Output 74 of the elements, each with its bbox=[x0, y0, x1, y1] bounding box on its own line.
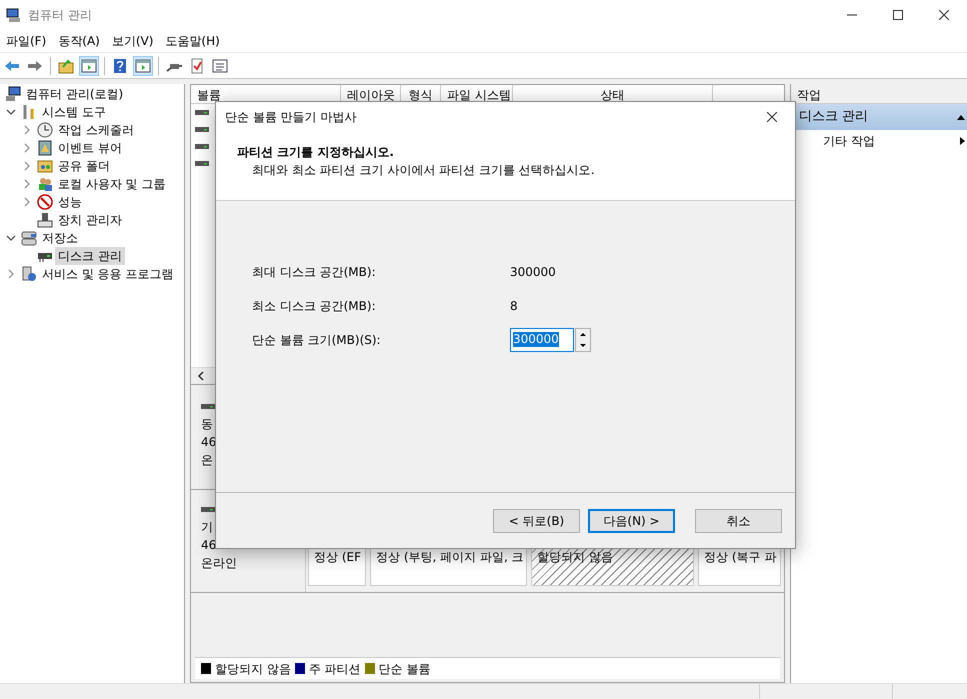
field-label: 최대 디스크 공간(MB): bbox=[252, 264, 377, 280]
expanded-chevron-icon[interactable] bbox=[6, 107, 16, 117]
legend-label: 단순 볼륨 bbox=[378, 660, 430, 678]
action-item[interactable]: 기타 작업 bbox=[823, 132, 875, 150]
drive-icon bbox=[195, 142, 209, 151]
tree-item[interactable]: 시스템 도구 bbox=[39, 103, 109, 121]
disk-info: 기 bbox=[201, 519, 214, 536]
wizard-button[interactable]: 다음(N) > bbox=[588, 508, 675, 532]
book-icon bbox=[37, 140, 53, 156]
size-input[interactable]: 300000 bbox=[510, 328, 574, 352]
dialog-title: 단순 볼륨 만들기 마법사 bbox=[225, 109, 356, 126]
tree-item[interactable]: 공유 폴더 bbox=[55, 157, 113, 175]
users-icon bbox=[37, 176, 53, 192]
tree-item[interactable]: 장치 관리자 bbox=[55, 211, 125, 229]
menu-item[interactable]: 파일(F) bbox=[0, 32, 52, 50]
collapsed-chevron-icon[interactable] bbox=[6, 269, 16, 279]
menu-item[interactable]: 도움말(H) bbox=[159, 32, 226, 50]
field-label: 단순 볼륨 크기(MB)(S): bbox=[252, 332, 382, 348]
tree-item[interactable]: 컴퓨터 관리(로컬) bbox=[23, 85, 126, 103]
tree-item[interactable]: 서비스 및 응용 프로그램 bbox=[39, 265, 176, 283]
wizard-button[interactable]: < 뒤로(B) bbox=[493, 508, 580, 532]
collapse-arrow-icon[interactable] bbox=[957, 114, 965, 120]
folder-icon bbox=[37, 158, 53, 174]
collapsed-chevron-icon[interactable] bbox=[22, 179, 32, 189]
legend-label: 할당되지 않음 bbox=[215, 660, 291, 678]
panel-icon[interactable] bbox=[81, 58, 97, 74]
drive-icon bbox=[195, 159, 209, 168]
drive-icon bbox=[201, 402, 215, 411]
tree-item[interactable]: 이벤트 뷰어 bbox=[55, 139, 125, 157]
close-icon[interactable] bbox=[939, 10, 949, 20]
drive-icon bbox=[195, 125, 209, 134]
dialog-heading: 파티션 크기를 지정하십시오. bbox=[237, 144, 395, 161]
disk-info: 온 bbox=[201, 452, 214, 469]
tree-item[interactable]: 로컬 사용자 및 그룹 bbox=[55, 175, 168, 193]
disk-info: 온라인 bbox=[201, 555, 238, 572]
window-title: 컴퓨터 관리 bbox=[28, 7, 92, 24]
close-icon[interactable] bbox=[767, 112, 777, 122]
help-icon[interactable] bbox=[112, 58, 128, 74]
legend-label: 주 파티션 bbox=[308, 660, 361, 678]
tree-item[interactable]: 작업 스케줄러 bbox=[55, 121, 137, 139]
tree-item[interactable]: 저장소 bbox=[39, 229, 81, 247]
storage-icon bbox=[21, 230, 37, 246]
tree-item[interactable]: 디스크 관리 bbox=[55, 247, 125, 265]
collapsed-chevron-icon[interactable] bbox=[22, 161, 32, 171]
wizard-button[interactable]: 취소 bbox=[695, 508, 782, 532]
menu-item[interactable]: 동작(A) bbox=[52, 32, 106, 50]
drive-icon bbox=[195, 108, 209, 117]
disk-info: 46 bbox=[201, 537, 218, 554]
field-value: 8 bbox=[510, 298, 518, 314]
clock-icon bbox=[37, 122, 53, 138]
device-icon bbox=[37, 212, 53, 228]
disk-info: 동 bbox=[201, 416, 214, 433]
drive-icon bbox=[201, 505, 215, 514]
expanded-chevron-icon[interactable] bbox=[6, 233, 16, 243]
spin-buttons[interactable] bbox=[575, 328, 591, 352]
actions-header: 작업 bbox=[791, 84, 967, 104]
computer-icon bbox=[6, 7, 22, 23]
services-icon bbox=[21, 266, 37, 282]
field-label: 최소 디스크 공간(MB): bbox=[252, 298, 377, 314]
submenu-arrow-icon[interactable] bbox=[960, 137, 965, 145]
collapsed-chevron-icon[interactable] bbox=[22, 143, 32, 153]
tree-item[interactable]: 성능 bbox=[55, 193, 85, 211]
maximize-icon[interactable] bbox=[893, 10, 903, 20]
field-value: 300000 bbox=[510, 264, 556, 280]
collapsed-chevron-icon[interactable] bbox=[22, 125, 32, 135]
menu-item[interactable]: 보기(V) bbox=[106, 32, 160, 50]
collapsed-chevron-icon[interactable] bbox=[22, 197, 32, 207]
disk-info: 46 bbox=[201, 434, 218, 451]
dialog-subheading: 최대와 최소 파티션 크기 사이에서 파티션 크기를 선택하십시오. bbox=[251, 162, 596, 179]
computer-icon bbox=[5, 86, 21, 102]
checklist-icon[interactable] bbox=[189, 58, 205, 74]
list-icon[interactable] bbox=[212, 58, 228, 74]
folder-icon[interactable] bbox=[58, 58, 74, 74]
panel-icon[interactable] bbox=[135, 58, 151, 74]
